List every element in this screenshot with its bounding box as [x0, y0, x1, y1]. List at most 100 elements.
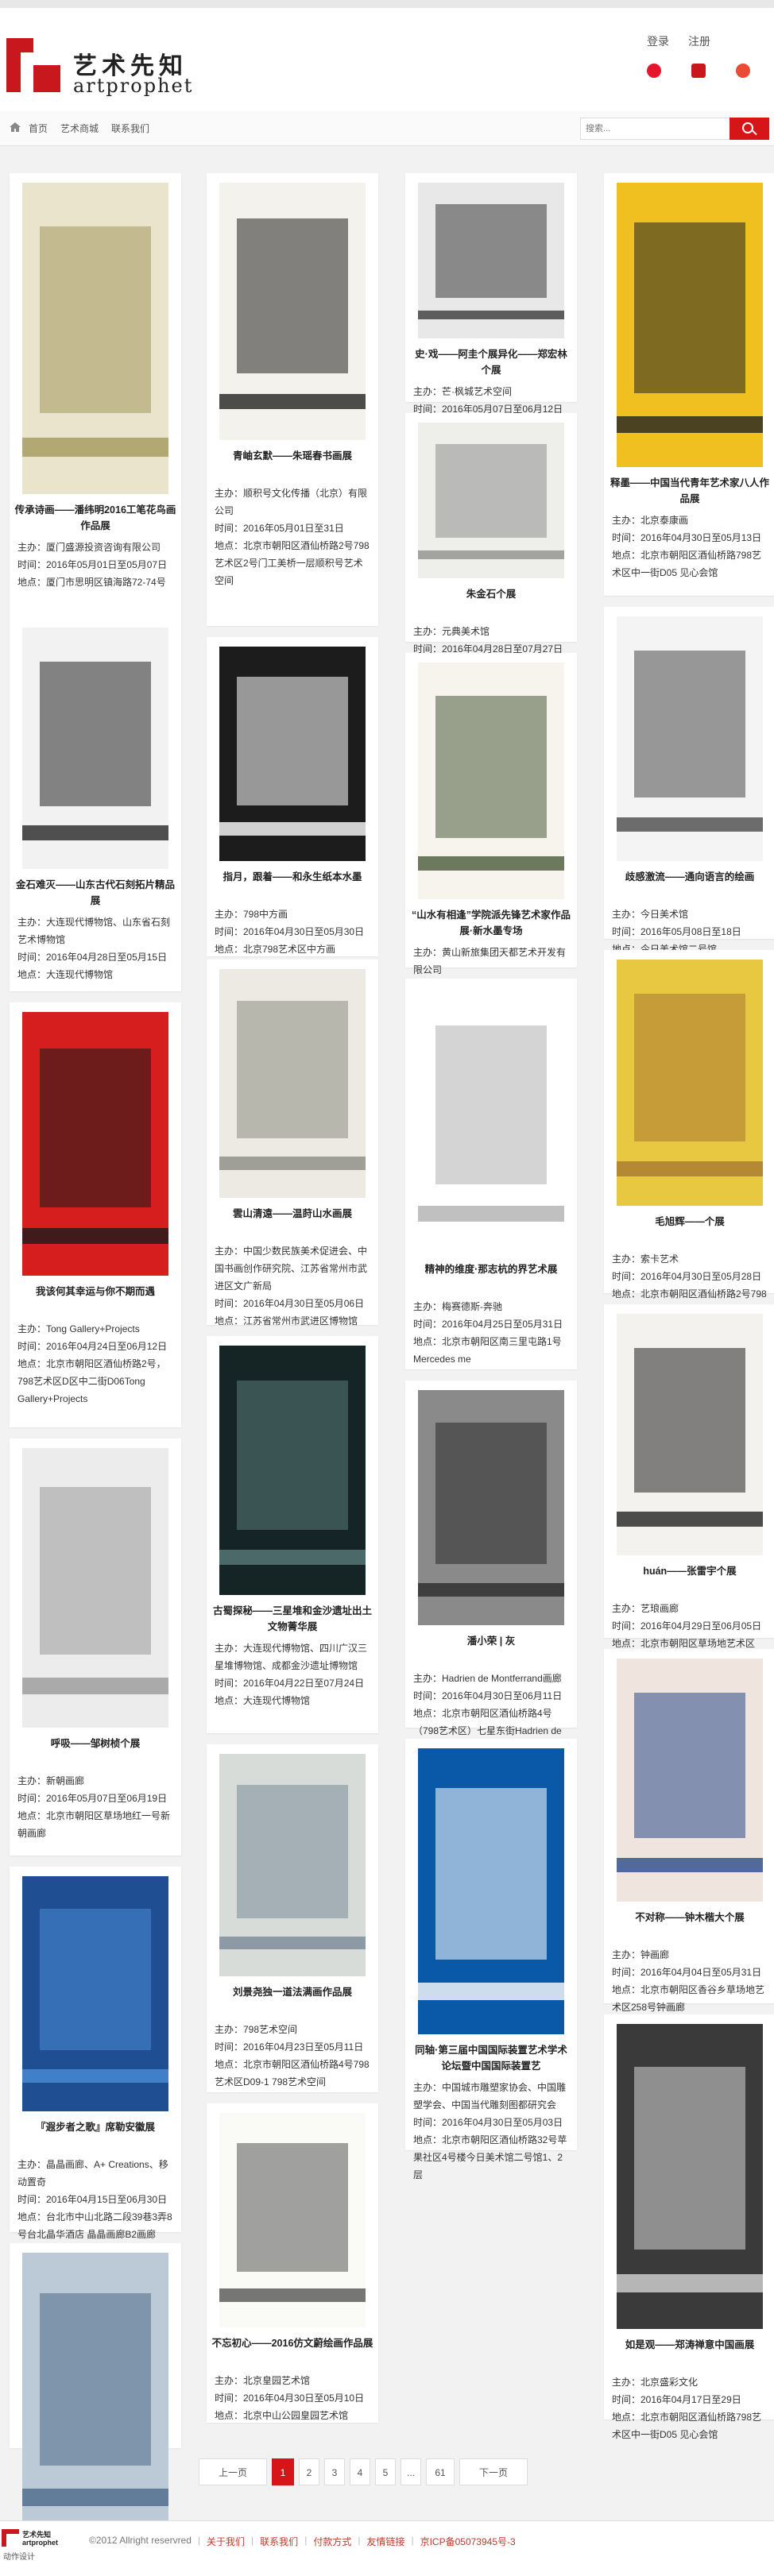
exhibition-poster[interactable] — [219, 2113, 366, 2327]
exhibition-card[interactable]: 潘小荣 | 灰主办：Hadrien de Montferrand画廊 时间：201… — [405, 1381, 577, 1754]
exhibition-card[interactable]: 金石难灭——山东古代石刻拓片精品展 主办：大连现代博物馆、山东省石刻艺术博物馆 时间… — [10, 618, 181, 991]
exhibition-card[interactable]: 毛旭辉——个展 主办：索卡艺术 时间：2016年04月30日至05月28日 地点：北京… — [604, 950, 774, 1317]
page-1[interactable]: 1 — [272, 2458, 294, 2485]
exhibition-card[interactable]: “山水有相逢”学院派先锋艺术家作品展·新水墨专场 主办：黄山新旅集团天都艺术开发有… — [405, 653, 577, 1028]
exhibition-title[interactable]: 传承诗画——潘纬明2016工笔花鸟画作品展 — [14, 502, 176, 534]
logo-mark[interactable] — [6, 38, 60, 92]
exhibition-card[interactable]: 释墨——中国当代青年艺术家八人作品展 主办：北京泰康画 时间：2016年04月30日… — [604, 173, 774, 596]
exhibition-title[interactable]: 不对称——钟木楷大个展 — [609, 1910, 771, 1925]
exhibition-poster[interactable] — [219, 1754, 366, 1976]
exhibition-title[interactable]: 歧感激流——通向语言的绘画 — [609, 869, 771, 885]
exhibition-title[interactable]: 释墨——中国当代青年艺术家八人作品展 — [609, 475, 771, 507]
exhibition-poster[interactable] — [617, 2024, 763, 2329]
exhibition-card[interactable]: 青岫玄默——朱瑶春书画展主办：顺积号文化传播（北京）有限公司 时间：2016年05… — [207, 173, 378, 626]
exhibition-card[interactable]: 歧感激流——通向语言的绘画 主办：今日美术馆 时间：2016年05月08日至18日地… — [604, 607, 774, 955]
exhibition-poster[interactable] — [617, 1659, 763, 1902]
exhibition-meta: 主办：顺积号文化传播（北京）有限公司 时间：2016年05月01日至31日 地点：北… — [215, 485, 372, 589]
exhibition-title[interactable]: 史·戏——阿圭个展异化——郑宏林个展 — [410, 346, 572, 378]
exhibition-title[interactable]: 如是观——郑涛禅意中国画展 — [609, 2337, 771, 2353]
exhibition-poster[interactable] — [617, 183, 763, 467]
page-3[interactable]: 3 — [324, 2458, 345, 2485]
nav-item-home[interactable]: 首页 — [29, 122, 48, 135]
exhibition-meta-line: 时间：2016年04月30日至05月13日 — [612, 532, 762, 543]
exhibition-poster[interactable] — [418, 423, 564, 578]
exhibition-title[interactable]: 毛旭辉——个展 — [609, 1214, 771, 1230]
exhibition-card[interactable]: 呼吸——邹树桢个展 主办：新朝画廊 时间：2016年05月07日至06月19日 地点：… — [10, 1439, 181, 1856]
exhibition-card[interactable]: huán——张雷宇个展 主办：艺琅画廊 时间：2016年04月29日至06月05日地… — [604, 1304, 774, 1666]
exhibition-title[interactable]: 古蜀探秘——三星堆和金沙遗址出土文物菁华展 — [211, 1603, 373, 1635]
exhibition-poster[interactable] — [22, 2253, 168, 2540]
exhibition-title[interactable]: 呼吸——邹树桢个展 — [14, 1736, 176, 1751]
nav-item-contact[interactable]: 联系我们 — [111, 122, 149, 135]
footer-link-friends[interactable]: 友情链接 — [366, 2535, 404, 2548]
exhibition-title[interactable]: 金石难灭——山东古代石刻拓片精品展 — [14, 877, 176, 909]
exhibition-title[interactable]: 『遐步者之歌』席勒安徽展 — [14, 2119, 176, 2135]
exhibition-title[interactable]: 我该何其幸运与你不期而遇 — [14, 1284, 176, 1300]
exhibition-card[interactable]: 『遐步者之歌』席勒安徽展 主办：晶晶画廊、A+ Creations、移动置奇 时间：… — [10, 1867, 181, 2240]
exhibition-card[interactable]: 我该何其幸运与你不期而遇 主办：Tong Gallery+Projects 时间：2… — [10, 1002, 181, 1427]
exhibition-card[interactable]: 朱金石个展主办：元典美术馆时间：2016年04月28日至07月27日地点：北京市… — [405, 413, 577, 689]
exhibition-poster[interactable] — [22, 183, 168, 494]
footer-link-icp[interactable]: 京ICP备05073945号-3 — [420, 2535, 516, 2548]
exhibition-poster[interactable] — [22, 1012, 168, 1276]
exhibition-card[interactable]: 传承诗画——潘纬明2016工笔花鸟画作品展 主办：厦门盛源投资咨询有限公司 时间：2… — [10, 173, 181, 618]
exhibition-poster[interactable] — [617, 616, 763, 861]
exhibition-card[interactable]: 如是观——郑涛禅意中国画展 主办：北京盛彩文化 时间：2016年04月17日至29日… — [604, 2014, 774, 2440]
footer-logo-mark[interactable] — [2, 2529, 19, 2547]
exhibition-poster[interactable] — [418, 1748, 564, 2034]
footer-link-contact[interactable]: 联系我们 — [260, 2535, 298, 2548]
footer-link-payment[interactable]: 付款方式 — [313, 2535, 351, 2548]
footer-link-about[interactable]: 关于我们 — [207, 2535, 245, 2548]
exhibition-poster[interactable] — [617, 1314, 763, 1555]
exhibition-poster[interactable] — [219, 969, 366, 1198]
exhibition-poster[interactable] — [418, 662, 564, 899]
exhibition-title[interactable]: 不忘初心——2016仿文蔚绘画作品展 — [211, 2335, 373, 2351]
nav-item-shop[interactable]: 艺术商城 — [60, 122, 99, 135]
exhibition-card[interactable]: 不对称——钟木楷大个展 主办：钟画廊 时间：2016年04月04日至05月31日 地点… — [604, 1649, 774, 2013]
page-5[interactable]: 5 — [375, 2458, 396, 2485]
exhibition-card[interactable]: 雲山清遠——温莳山水画展 主办：中国少数民族美术促进会、中国书画创作研究院、江苏省… — [207, 960, 378, 1327]
exhibition-card[interactable]: 苍穹之韵——刘国松水墨艺术展主办：中国文学艺术界联合会、中华文化联谊会、中华文化… — [10, 2243, 181, 2562]
exhibition-title[interactable]: 青岫玄默——朱瑶春书画展 — [211, 448, 373, 464]
weibo-icon[interactable] — [647, 64, 661, 78]
logo-text-en[interactable]: artprophet — [73, 75, 193, 97]
exhibition-poster[interactable] — [22, 1876, 168, 2111]
exhibition-card[interactable]: 古蜀探秘——三星堆和金沙遗址出土文物菁华展 主办：大连现代博物馆、四川广汉三星堆博… — [207, 1336, 378, 1733]
exhibition-card[interactable]: 不忘初心——2016仿文蔚绘画作品展 主办：北京皇园艺术馆 时间：2016年04月3… — [207, 2103, 378, 2423]
home-icon[interactable] — [10, 122, 21, 132]
exhibition-title[interactable]: huán——张雷宇个展 — [609, 1563, 771, 1579]
next-page-button[interactable]: 下一页 — [459, 2458, 528, 2485]
exhibition-poster[interactable] — [219, 1346, 366, 1595]
exhibition-card[interactable]: 指月，跟着——和永生纸本水墨 主办：798中方画 时间：2016年04月30日至05… — [207, 637, 378, 956]
search-button[interactable] — [729, 118, 769, 140]
prev-page-button[interactable]: 上一页 — [199, 2458, 267, 2485]
exhibition-poster[interactable] — [617, 960, 763, 1206]
exhibition-title[interactable]: 朱金石个展 — [410, 586, 572, 602]
exhibition-card[interactable]: 刘景尧独一道法满画作品展 主办：798艺术空间 时间：2016年04月23日至05月… — [207, 1744, 378, 2092]
exhibition-title[interactable]: 指月，跟着——和永生纸本水墨 — [211, 869, 373, 885]
exhibition-card[interactable]: 同轴·第三届中国国际装置艺术学术论坛暨中国国际装置艺 主办：中国城市雕塑家协会、中… — [405, 1739, 577, 2180]
exhibition-title[interactable]: 潘小荣 | 灰 — [410, 1633, 572, 1649]
exhibition-card[interactable]: 史·戏——阿圭个展异化——郑宏林个展 主办：芒·枫城艺术空间 时间：2016年05月… — [405, 173, 577, 450]
search-input[interactable] — [580, 118, 731, 140]
exhibition-poster[interactable] — [418, 183, 564, 338]
exhibition-poster[interactable] — [22, 1448, 168, 1728]
page-2[interactable]: 2 — [299, 2458, 319, 2485]
exhibition-poster[interactable] — [219, 647, 366, 861]
exhibition-title[interactable]: 刘景尧独一道法满画作品展 — [211, 1984, 373, 2000]
exhibition-title[interactable]: 精神的维度·那志杭的界艺术展 — [410, 1261, 572, 1277]
exhibition-poster[interactable] — [418, 1390, 564, 1625]
exhibition-title[interactable]: “山水有相逢”学院派先锋艺术家作品展·新水墨专场 — [410, 907, 572, 939]
login-link[interactable]: 登录 — [647, 33, 669, 49]
exhibition-poster[interactable] — [219, 183, 366, 440]
page-61[interactable]: 61 — [426, 2458, 455, 2485]
artprophet-icon[interactable] — [691, 64, 706, 78]
exhibition-poster[interactable] — [418, 988, 564, 1253]
exhibition-card[interactable]: 精神的维度·那志杭的界艺术展 主办：梅赛德斯-奔驰 时间：2016年04月25日至0… — [405, 979, 577, 1369]
exhibition-title[interactable]: 雲山清遠——温莳山水画展 — [211, 1206, 373, 1222]
share-icon[interactable] — [736, 64, 750, 78]
exhibition-poster[interactable] — [22, 628, 168, 869]
exhibition-title[interactable]: 同轴·第三届中国国际装置艺术学术论坛暨中国国际装置艺 — [410, 2042, 572, 2074]
register-link[interactable]: 注册 — [688, 33, 710, 49]
page-4[interactable]: 4 — [350, 2458, 370, 2485]
